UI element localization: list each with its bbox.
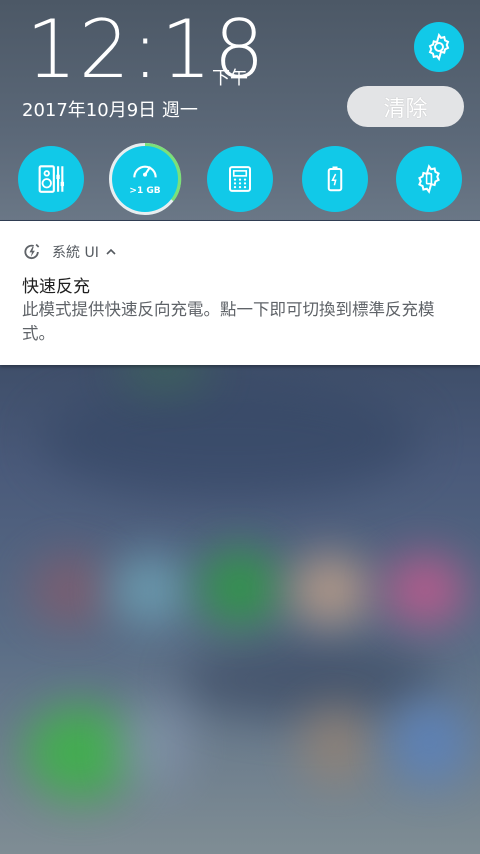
notification-title: 快速反充 (22, 277, 90, 297)
fast-charge-icon (24, 243, 40, 260)
clear-all-button[interactable]: 清除 (347, 86, 464, 127)
quick-setting-boost[interactable]: >1 GB (112, 146, 178, 212)
notification-text: 此模式提供快速反向充電。點一下即可切換到標準反充模式。 (22, 300, 435, 343)
clock-ampm: 下午 (212, 68, 248, 89)
quick-setting-battery[interactable] (302, 146, 368, 212)
mixer-icon (38, 165, 65, 193)
notification-app-name: 系統 UI (52, 245, 99, 261)
notification-shade-header: 12:18 下午 2017年10月9日 週一 清除 >1 GB (0, 0, 480, 220)
quick-setting-power-saver[interactable] (396, 146, 462, 212)
chevron-up-icon[interactable] (105, 246, 117, 258)
quick-setting-calculator[interactable] (207, 146, 273, 212)
battery-icon (327, 166, 343, 192)
memory-label: >1 GB (129, 186, 161, 196)
speedometer-icon (133, 165, 157, 178)
notification-header: 系統 UI (22, 241, 117, 263)
power-saver-gear-icon (418, 164, 440, 194)
quick-setting-audio-wizard[interactable] (18, 146, 84, 212)
date-label[interactable]: 2017年10月9日 週一 (22, 96, 198, 122)
settings-button[interactable] (414, 22, 464, 72)
calculator-icon (229, 166, 251, 192)
gear-icon (428, 32, 450, 62)
notification-card[interactable]: 系統 UI 快速反充 此模式提供快速反向充電。點一下即可切換到標準反充模式。 (0, 221, 480, 365)
